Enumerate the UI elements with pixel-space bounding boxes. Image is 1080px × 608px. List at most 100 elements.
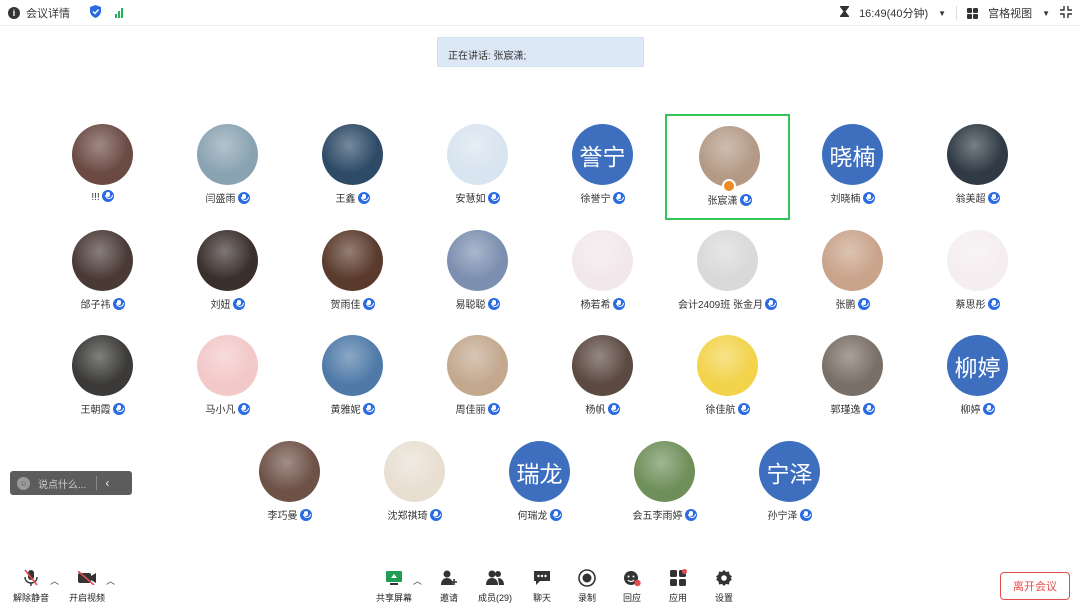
avatar [822,230,883,291]
participant-tile[interactable]: 蔡思彤 [915,220,1040,326]
participant-tile[interactable]: !!! [40,114,165,220]
participant-tile[interactable]: 杨帆 [540,325,665,431]
participant-name: 周佳丽 [455,405,486,416]
participant-name-row: 徐誉宁 [540,190,665,205]
participant-tile[interactable]: 王鑫 [290,114,415,220]
participant-tile[interactable]: 瑞龙 何瑞龙 [477,431,602,537]
invite-button[interactable]: 邀请 [424,568,474,604]
participant-name-row: 柳婷 [915,401,1040,416]
participant-tile[interactable]: 誉宁 徐誉宁 [540,114,665,220]
participant-name: 柳婷 [960,405,981,416]
participant-tile[interactable]: 会五李雨婷 [602,431,727,537]
avatar [72,335,133,396]
participant-tile[interactable]: 黄雅妮 [290,325,415,431]
leave-meeting-button[interactable]: 离开会议 [1000,572,1070,600]
participant-tile[interactable]: 王朝霞 [40,325,165,431]
meeting-info-link[interactable]: 会议详情 [26,5,70,21]
start-video-button[interactable]: 开启视频 [62,568,112,604]
participant-tile[interactable]: 易聪聪 [415,220,540,326]
fullscreen-icon[interactable] [1060,5,1072,21]
participant-tile[interactable]: 马小凡 [165,325,290,431]
mic-icon [739,194,752,206]
participant-name: 马小凡 [205,405,236,416]
mic-icon [429,509,442,521]
participant-name: 王鑫 [335,194,356,205]
chat-quick-input[interactable]: ☺ 说点什么... ‹ [10,471,132,495]
grid-view-icon[interactable] [967,7,979,19]
participant-tile[interactable]: 翁美超 [915,114,1040,220]
participant-tile[interactable]: 张宸潇 [665,114,790,220]
avatar: 柳婷 [947,335,1008,396]
unmute-button[interactable]: 解除静音 [6,568,56,604]
chevron-down-icon[interactable]: ▼ [1042,9,1050,18]
participant-tile[interactable]: 贺雨佳 [290,220,415,326]
participant-tile[interactable]: 徐佳航 [665,325,790,431]
avatar: 宁泽 [759,441,820,502]
participant-name-row: 王朝霞 [40,401,165,416]
reactions-label: 回应 [622,593,641,603]
reactions-button[interactable]: 回应 [607,568,657,604]
participant-tile[interactable]: 柳婷 柳婷 [915,325,1040,431]
participant-name-row: 李巧曼 [227,507,352,522]
participant-tile[interactable]: 晓楠 刘晓楠 [790,114,915,220]
avatar [697,230,758,291]
participant-name: 刘晓楠 [830,194,861,205]
participant-tile[interactable]: 宁泽孙宁泽 [727,431,852,537]
record-button[interactable]: 录制 [562,568,612,604]
avatar [572,335,633,396]
participant-name-row: 杨帆 [540,401,665,416]
participant-tile[interactable]: 沈郑祺琦 [352,431,477,537]
participant-tile[interactable]: 刘妞 [165,220,290,326]
info-icon[interactable]: i [8,6,20,19]
chevron-up-icon[interactable]: ︿ [50,574,59,587]
chat-icon [517,568,567,588]
participant-tile[interactable]: 会计2409班 张金月 [665,220,790,326]
participant-tile[interactable]: 郭瑾逸 [790,325,915,431]
mic-icon [357,192,370,204]
members-button[interactable]: 成员(29) [470,568,520,604]
mic-icon [112,403,125,415]
shield-icon[interactable] [90,4,101,21]
mic-icon [737,403,750,415]
participant-name: 闫盛雨 [205,194,236,205]
divider [956,6,958,20]
mic-icon [612,192,625,204]
chat-input-placeholder[interactable]: 说点什么... [38,476,86,491]
participant-tile[interactable]: 邰子祎 [40,220,165,326]
participant-tile[interactable]: 安慧如 [415,114,540,220]
apps-button[interactable]: 应用 [653,568,703,604]
mic-icon [237,403,250,415]
participant-name: 安慧如 [455,194,486,205]
avatar [384,441,445,502]
chat-button[interactable]: 聊天 [517,568,567,604]
participant-tile[interactable]: 李巧曼 [227,431,352,537]
share-screen-button[interactable]: 共享屏幕 [369,568,419,604]
participant-tile[interactable]: 张鹏 [790,220,915,326]
participant-name: 蔡思彤 [955,300,986,311]
view-mode-selector[interactable]: 宫格视图 [988,5,1032,21]
avatar [447,124,508,185]
participant-name: 贺雨佳 [330,300,361,311]
participant-name-row: 易聪聪 [415,296,540,311]
participant-name: 徐佳航 [705,405,736,416]
chat-label: 聊天 [532,593,551,603]
avatar [447,335,508,396]
participant-name: 孙宁泽 [767,511,798,522]
signal-icon[interactable] [115,7,123,18]
participant-tile[interactable]: 闫盛雨 [165,114,290,220]
participant-tile[interactable]: 杨若希 [540,220,665,326]
apps-icon [653,568,703,588]
chevron-up-icon[interactable]: ︿ [106,574,115,587]
emoji-icon[interactable]: ☺ [17,476,30,490]
participant-tile[interactable]: 周佳丽 [415,325,540,431]
avatar [822,335,883,396]
participant-name-row: 黄雅妮 [290,401,415,416]
chevron-down-icon[interactable]: ▼ [938,9,946,18]
participant-name-row: 郭瑾逸 [790,401,915,416]
avatar [72,124,133,185]
members-label: 成员(29) [477,593,512,603]
settings-button[interactable]: 设置 [699,568,749,604]
participant-name: 王朝霞 [80,405,111,416]
chevron-left-icon[interactable]: ‹ [97,476,117,490]
chevron-up-icon[interactable]: ︿ [413,574,422,587]
